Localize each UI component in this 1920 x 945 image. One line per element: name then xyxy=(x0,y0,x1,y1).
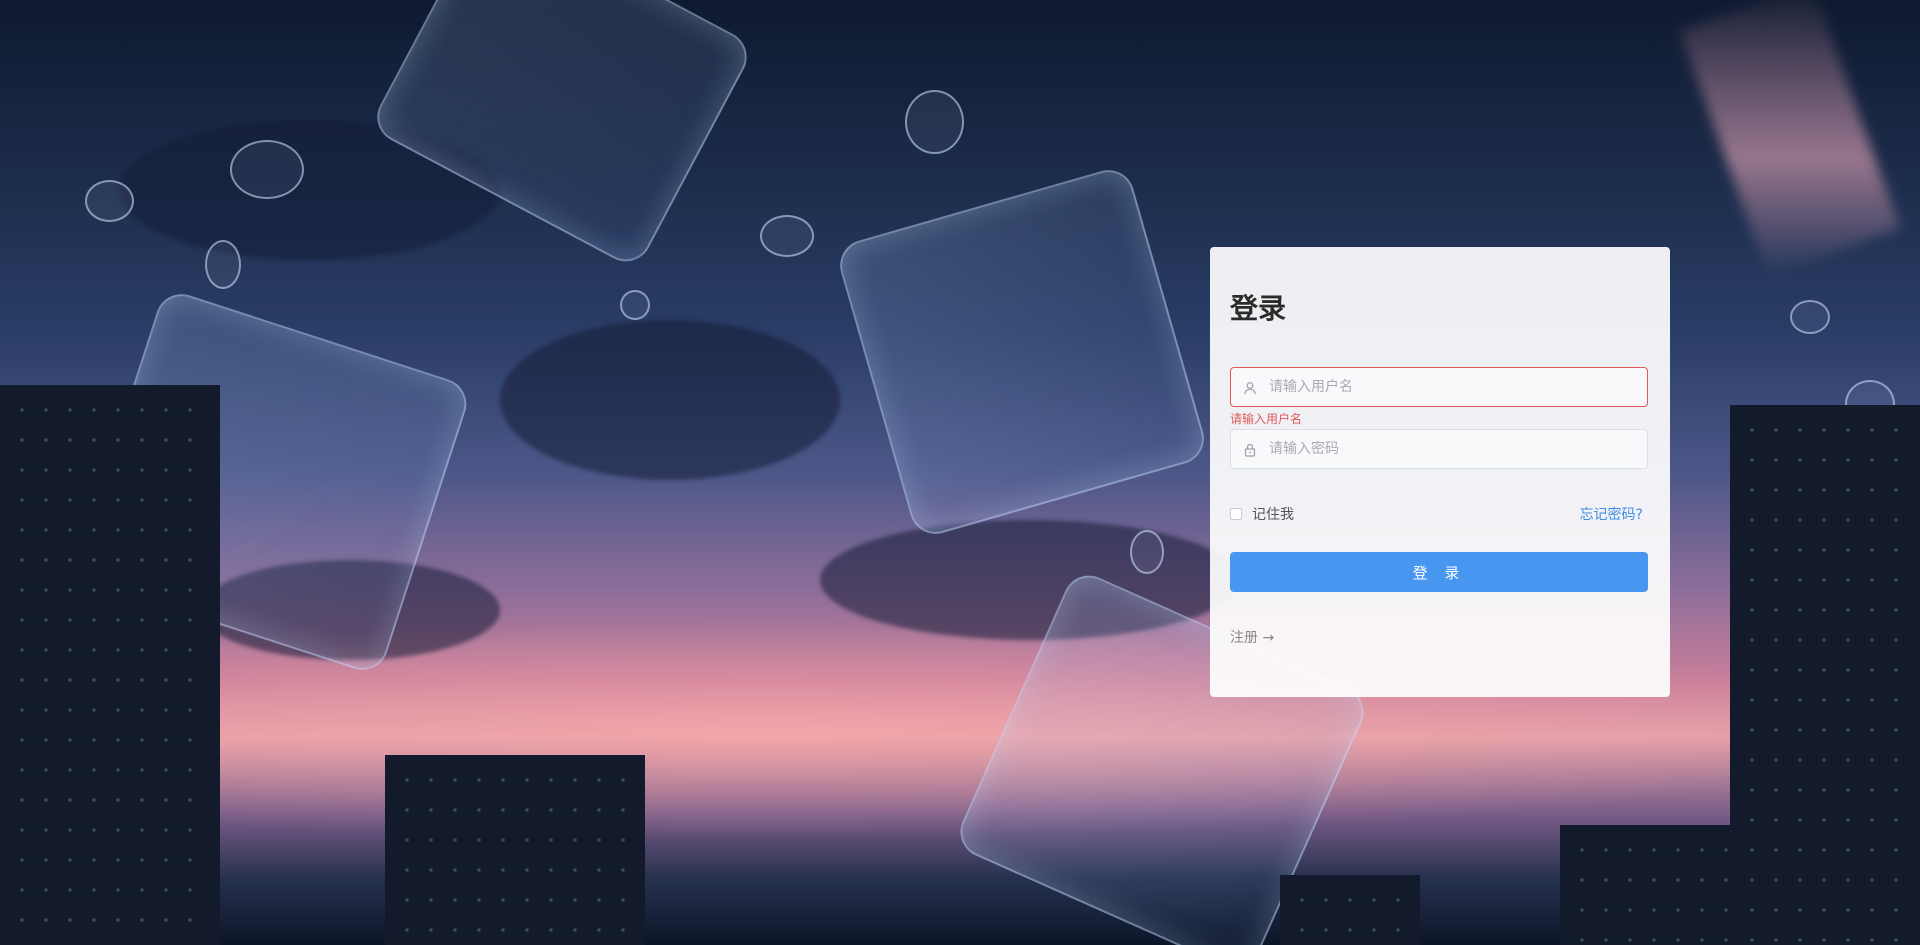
password-field[interactable] xyxy=(1230,429,1648,469)
bubble xyxy=(620,290,650,320)
building xyxy=(1560,825,1750,945)
register-link[interactable]: 注册 → xyxy=(1230,627,1274,647)
building xyxy=(385,755,645,945)
light-streak xyxy=(1679,0,1901,277)
username-error-text: 请输入用户名 xyxy=(1230,412,1303,426)
login-button[interactable]: 登 录 xyxy=(1230,552,1648,592)
building xyxy=(0,385,220,945)
forgot-password-link[interactable]: 忘记密码? xyxy=(1580,504,1643,524)
bubble xyxy=(230,140,304,199)
user-icon xyxy=(1243,380,1257,395)
bubble xyxy=(760,215,814,257)
remember-checkbox[interactable] xyxy=(1230,508,1242,520)
bubble xyxy=(85,180,134,222)
background-scene: 登录 请输入用户名 记住我 xyxy=(0,0,1920,945)
username-field[interactable] xyxy=(1230,367,1648,407)
username-input[interactable] xyxy=(1267,378,1631,396)
bubble xyxy=(1130,530,1164,574)
remember-me[interactable]: 记住我 xyxy=(1230,504,1294,524)
building xyxy=(1730,405,1920,945)
bubble xyxy=(205,240,241,289)
password-input[interactable] xyxy=(1267,440,1631,458)
login-title: 登录 xyxy=(1230,292,1287,325)
remember-label: 记住我 xyxy=(1252,507,1294,523)
building xyxy=(1280,875,1420,945)
ice-cube xyxy=(833,163,1211,541)
lock-icon xyxy=(1243,442,1257,457)
bubble xyxy=(905,90,964,154)
login-card: 登录 请输入用户名 记住我 xyxy=(1210,247,1670,697)
cloud xyxy=(500,320,840,480)
bubble xyxy=(1790,300,1830,334)
